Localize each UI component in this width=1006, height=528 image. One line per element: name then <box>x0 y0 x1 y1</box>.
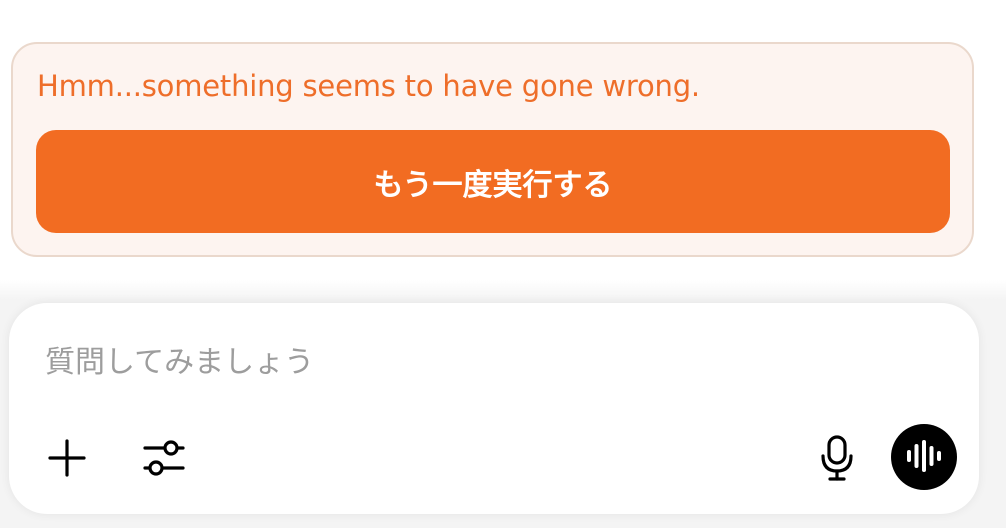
chat-screen: Hmm...something seems to have gone wrong… <box>0 0 1006 528</box>
sliders-icon <box>141 437 187 482</box>
plus-icon <box>47 438 87 481</box>
microphone-button[interactable] <box>812 431 862 487</box>
add-attachment-button[interactable] <box>41 433 93 485</box>
error-card: Hmm...something seems to have gone wrong… <box>11 42 974 257</box>
tools-button[interactable] <box>136 433 192 485</box>
error-message: Hmm...something seems to have gone wrong… <box>37 69 700 103</box>
microphone-icon <box>819 434 855 485</box>
prompt-input[interactable] <box>45 337 925 387</box>
retry-button[interactable]: もう一度実行する <box>36 130 950 233</box>
voice-waveform-icon <box>904 439 944 476</box>
message-composer <box>9 303 979 514</box>
voice-mode-button[interactable] <box>891 424 957 490</box>
